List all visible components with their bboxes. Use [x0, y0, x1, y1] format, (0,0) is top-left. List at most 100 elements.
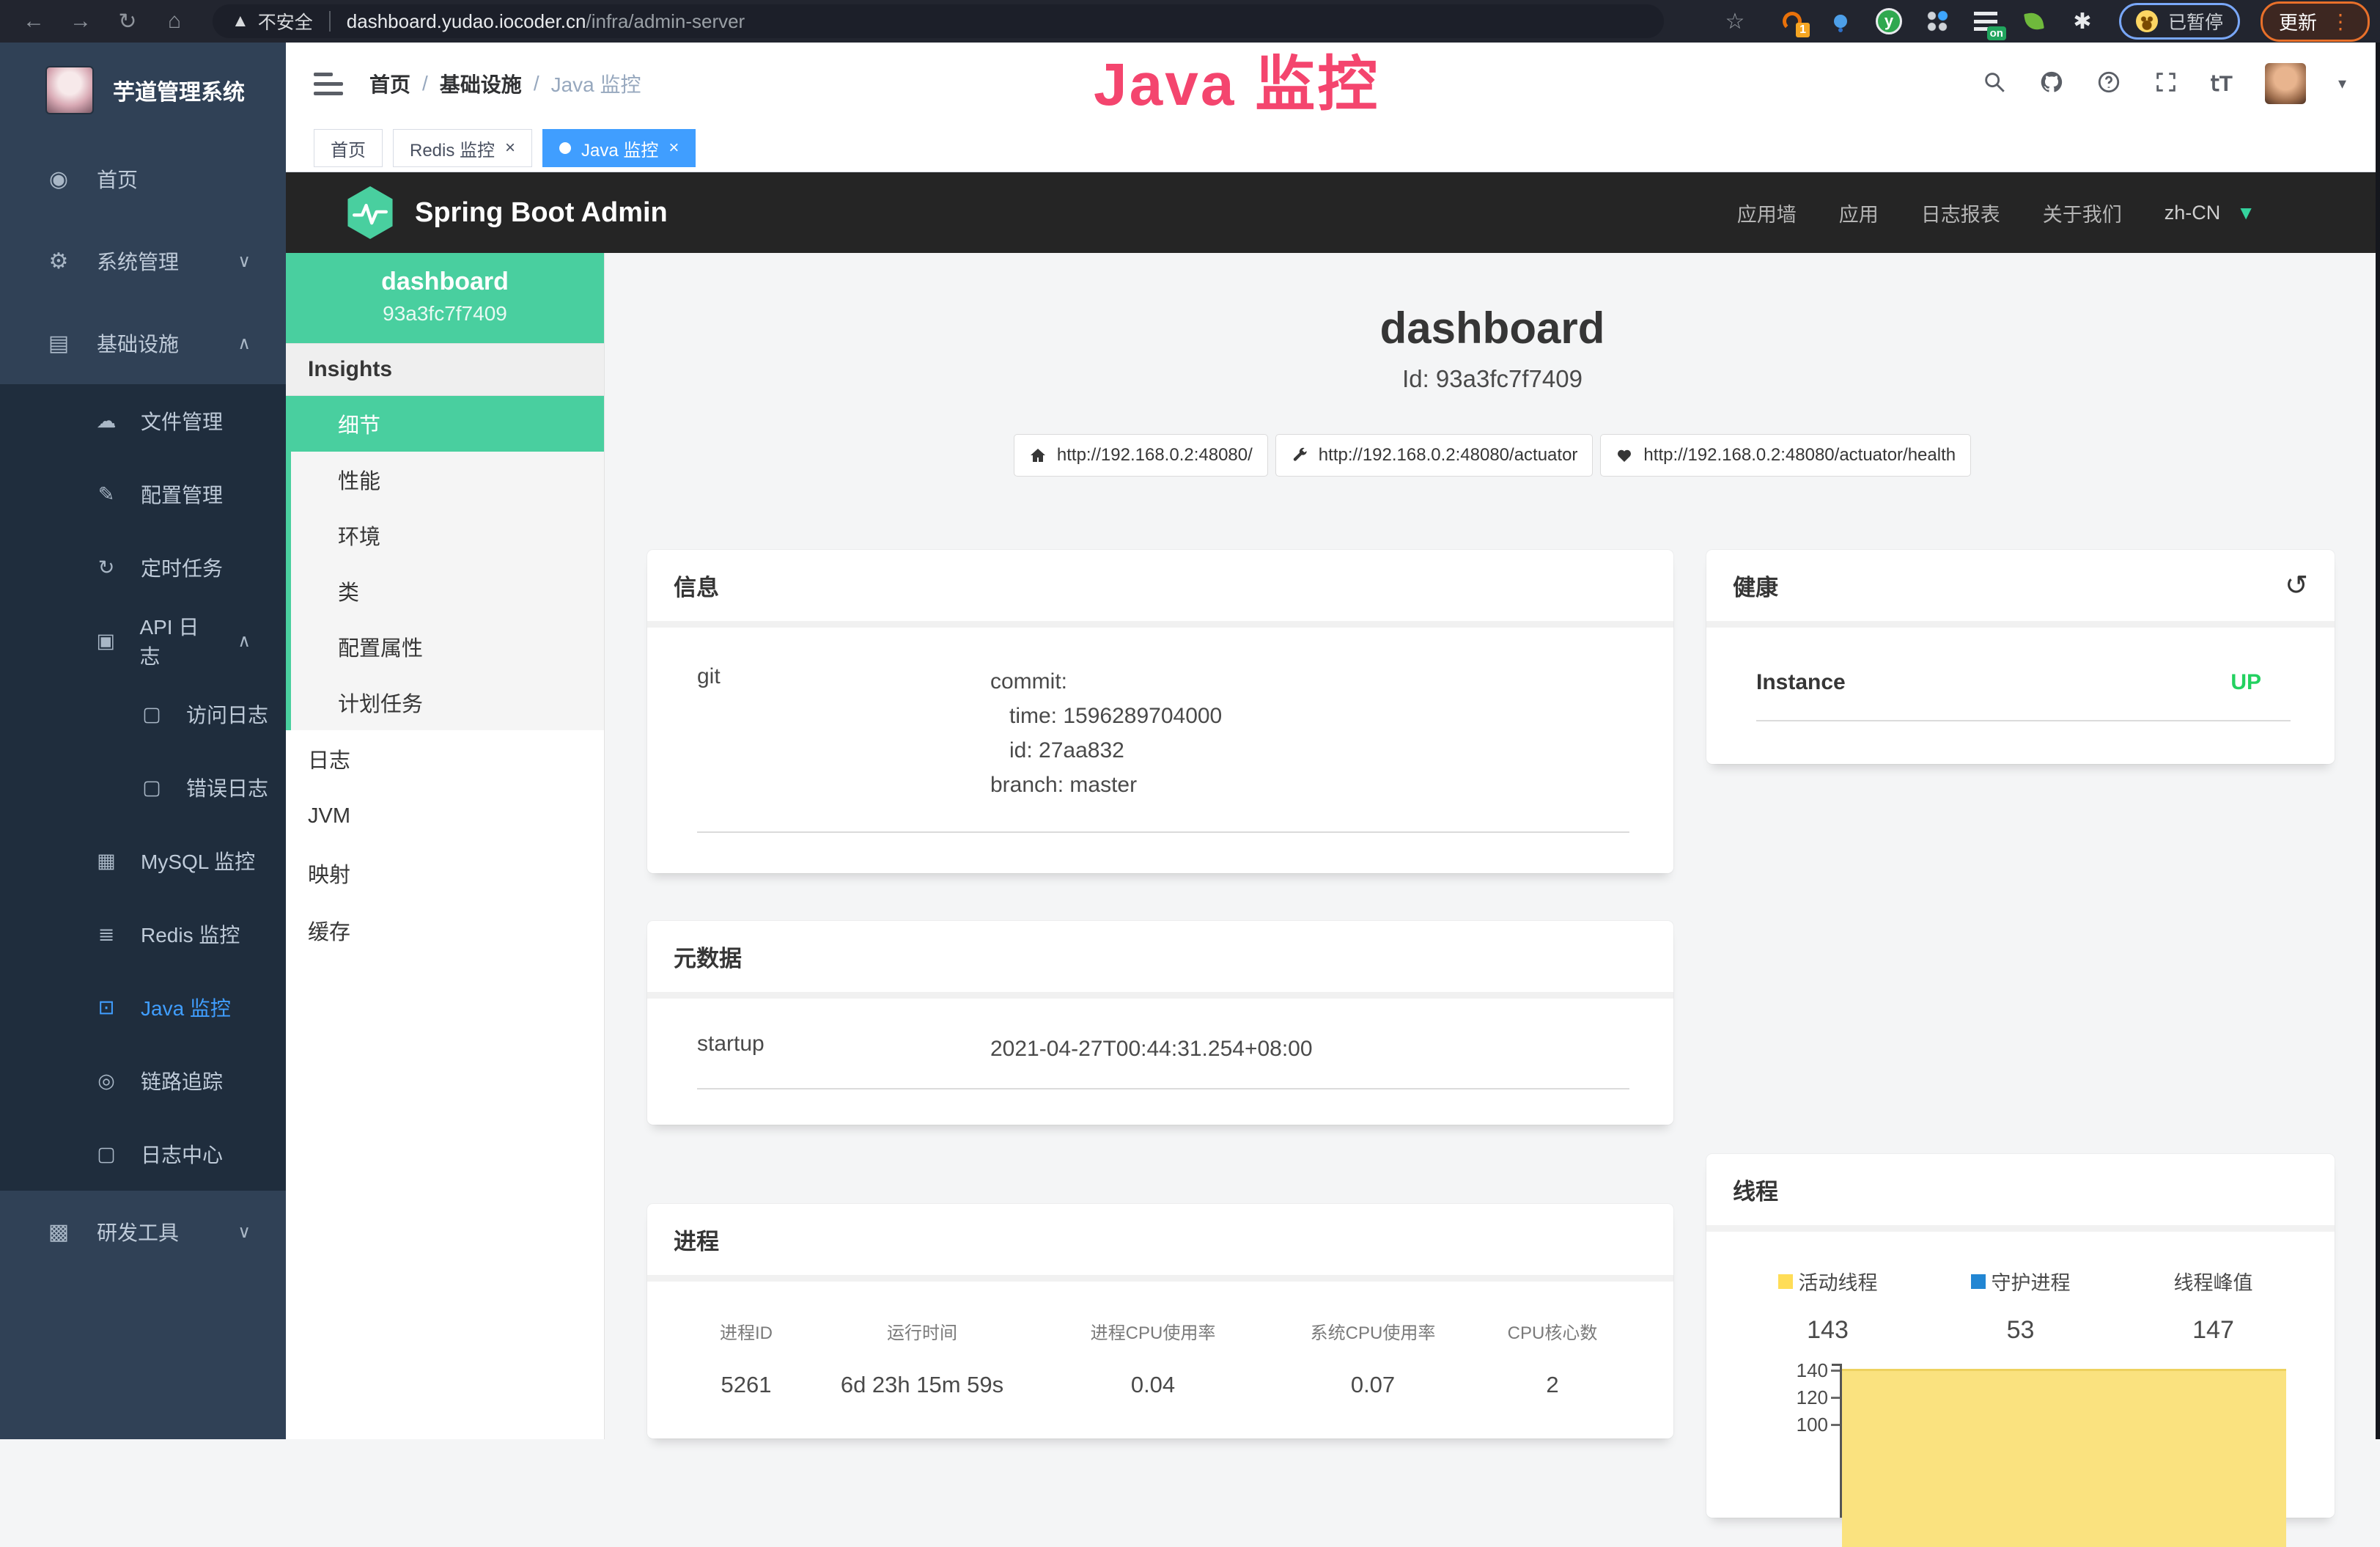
browser-chrome: ← → ↻ ⌂ ▲ 不安全 dashboard.yudao.iocoder.cn… — [0, 0, 2380, 43]
breadcrumb-home[interactable]: 首页 — [369, 69, 410, 98]
cloud-upload-icon: ☁ — [94, 410, 119, 433]
instance-app-name: dashboard — [286, 268, 604, 296]
sidebar-item-infra[interactable]: ▤ 基础设施 ∧ — [0, 302, 286, 384]
extension-y-icon[interactable]: y — [1874, 7, 1904, 36]
puzzle-icon: ✱ — [2073, 9, 2091, 34]
service-url-button[interactable]: http://192.168.0.2:48080/ — [1014, 434, 1268, 477]
sba-item-metrics[interactable]: 性能 — [291, 452, 604, 507]
extension-leaf-icon[interactable] — [2019, 7, 2049, 36]
sba-nav-applications[interactable]: 应用 — [1839, 199, 1879, 227]
sidebar-item-error-log[interactable]: ▢ 错误日志 — [0, 751, 286, 824]
sidebar-item-mysql-monitor[interactable]: ▦ MySQL 监控 — [0, 824, 286, 897]
fullscreen-icon[interactable] — [2154, 70, 2178, 98]
health-url-button[interactable]: http://192.168.0.2:48080/actuator/health — [1600, 434, 1971, 477]
instance-header[interactable]: dashboard 93a3fc7f7409 — [286, 253, 604, 343]
warning-icon: ▲ — [232, 11, 249, 32]
sba-item-classes[interactable]: 类 — [291, 563, 604, 619]
locale-caret-icon[interactable]: ▼ — [2236, 202, 2255, 224]
tab-java-monitor[interactable]: Java 监控 × — [542, 129, 696, 167]
sba-instance-sidebar: dashboard 93a3fc7f7409 Insights 细节 性能 环境… — [286, 253, 605, 1439]
user-avatar[interactable] — [2265, 63, 2306, 104]
browser-update-button[interactable]: 更新 ⋮ — [2261, 1, 2370, 42]
briefcase-icon: ▩ — [45, 1219, 72, 1245]
sba-item-details[interactable]: 细节 — [291, 396, 604, 452]
tab-home[interactable]: 首页 — [314, 129, 383, 167]
sba-item-scheduled-tasks[interactable]: 计划任务 — [291, 675, 604, 730]
process-col-header: 进程CPU使用率 — [1043, 1318, 1263, 1344]
sba-item-caches[interactable]: 缓存 — [286, 902, 604, 959]
tab-close-icon[interactable]: × — [505, 138, 515, 158]
process-col-value: 5261 — [691, 1372, 801, 1398]
sidebar-logo-row[interactable]: 芋道管理系统 — [0, 43, 286, 138]
threads-card-title: 线程 — [1706, 1154, 2335, 1225]
avatar-caret-icon[interactable]: ▾ — [2338, 74, 2346, 93]
sidebar-item-tracing[interactable]: ◎ 链路追踪 — [0, 1044, 286, 1117]
sba-nav-about[interactable]: 关于我们 — [2043, 199, 2122, 227]
extensions-puzzle-icon[interactable]: ✱ — [2068, 7, 2097, 36]
sba-nav-journal[interactable]: 日志报表 — [1921, 199, 2000, 227]
metadata-card-title: 元数据 — [647, 921, 1673, 992]
breadcrumb-infra[interactable]: 基础设施 — [440, 69, 522, 98]
chevron-down-icon: ∨ — [237, 251, 251, 272]
legend-live-threads[interactable]: 活动线程 — [1731, 1267, 1924, 1296]
sidebar-item-dev-tools[interactable]: ▩ 研发工具 ∨ — [0, 1191, 286, 1273]
tab-close-icon[interactable]: × — [668, 138, 679, 158]
sidebar-item-system[interactable]: ⚙ 系统管理 ∨ — [0, 220, 286, 302]
sidebar-item-config-manage[interactable]: ✎ 配置管理 — [0, 458, 286, 531]
info-key: git — [697, 664, 990, 802]
active-dot-icon — [559, 142, 571, 154]
reload-icon[interactable]: ↻ — [114, 9, 141, 34]
actuator-url-button[interactable]: http://192.168.0.2:48080/actuator — [1275, 434, 1594, 477]
wrench-icon — [1291, 447, 1308, 464]
extension-grid-icon[interactable] — [1923, 7, 1952, 36]
sidebar-item-java-monitor[interactable]: ⊡ Java 监控 — [0, 971, 286, 1044]
metadata-card: 元数据 startup 2021-04-27T00:44:31.254+08:0… — [647, 921, 1673, 1125]
profile-paused-chip[interactable]: 已暂停 — [2119, 3, 2240, 40]
chrome-menu-icon[interactable]: ⋮ — [2330, 10, 2351, 34]
sidebar-group-insights[interactable]: Insights — [286, 343, 604, 396]
sba-item-logs[interactable]: 日志 — [286, 730, 604, 787]
back-icon[interactable]: ← — [21, 9, 47, 34]
home-icon[interactable]: ⌂ — [161, 9, 188, 34]
security-indicator[interactable]: ▲ 不安全 — [232, 8, 313, 34]
legend-live-value: 143 — [1731, 1316, 1924, 1345]
process-col-value: 6d 23h 15m 59s — [801, 1372, 1043, 1398]
sba-item-config-props[interactable]: 配置属性 — [291, 619, 604, 675]
process-col-header: 系统CPU使用率 — [1263, 1318, 1483, 1344]
sidebar-item-scheduled-jobs[interactable]: ↻ 定时任务 — [0, 531, 286, 604]
screen-annotation: Java 监控 — [1094, 35, 1379, 122]
log-edit-icon: ▢ — [94, 1143, 119, 1166]
legend-daemon-threads[interactable]: 守护进程 — [1924, 1267, 2117, 1296]
search-icon[interactable] — [1982, 70, 2007, 98]
sidebar-item-log-center[interactable]: ▢ 日志中心 — [0, 1117, 286, 1191]
extension-list-icon[interactable]: on — [1971, 7, 2000, 36]
sba-item-mappings[interactable]: 映射 — [286, 845, 604, 902]
forward-icon[interactable]: → — [67, 9, 94, 34]
sba-item-environment[interactable]: 环境 — [291, 507, 604, 563]
github-icon[interactable] — [2039, 70, 2064, 98]
sidebar-item-home[interactable]: ◉ 首页 — [0, 138, 286, 220]
sidebar-item-api-log[interactable]: ▣ API 日志 ∧ — [0, 604, 286, 677]
font-size-icon[interactable]: 𝗍T — [2211, 71, 2233, 97]
heartbeat-icon — [1615, 447, 1633, 464]
infra-submenu: ☁ 文件管理 ✎ 配置管理 ↻ 定时任务 ▣ API 日志 ∧ ▢ 访问日志 ▢… — [0, 384, 286, 1191]
extension-pin-icon[interactable] — [1826, 7, 1855, 36]
sidebar-item-access-log[interactable]: ▢ 访问日志 — [0, 677, 286, 751]
threads-card: 线程 活动线程 143 — [1706, 1154, 2335, 1518]
sba-item-jvm[interactable]: JVM — [286, 787, 604, 845]
tab-redis-monitor[interactable]: Redis 监控 × — [393, 129, 532, 167]
insights-items: 细节 性能 环境 类 配置属性 计划任务 — [286, 396, 604, 730]
breadcrumb-current: Java 监控 — [551, 69, 641, 98]
history-icon[interactable]: ↺ — [2285, 569, 2308, 602]
address-bar[interactable]: ▲ 不安全 dashboard.yudao.iocoder.cn/infra/a… — [213, 4, 1664, 38]
hamburger-icon[interactable] — [314, 73, 343, 95]
sba-brand[interactable]: Spring Boot Admin — [346, 186, 668, 239]
sba-locale-select[interactable]: zh-CN — [2165, 202, 2221, 224]
sidebar-item-redis-monitor[interactable]: ≣ Redis 监控 — [0, 897, 286, 971]
sba-nav-wallboard[interactable]: 应用墙 — [1737, 199, 1797, 227]
help-icon[interactable] — [2096, 70, 2121, 98]
bookmark-star-icon[interactable]: ☆ — [1722, 9, 1748, 34]
sidebar-item-file-manage[interactable]: ☁ 文件管理 — [0, 384, 286, 458]
info-value: commit: time: 1596289704000 id: 27aa832 … — [990, 664, 1629, 802]
extension-refresh-icon[interactable]: 1 — [1777, 7, 1807, 36]
